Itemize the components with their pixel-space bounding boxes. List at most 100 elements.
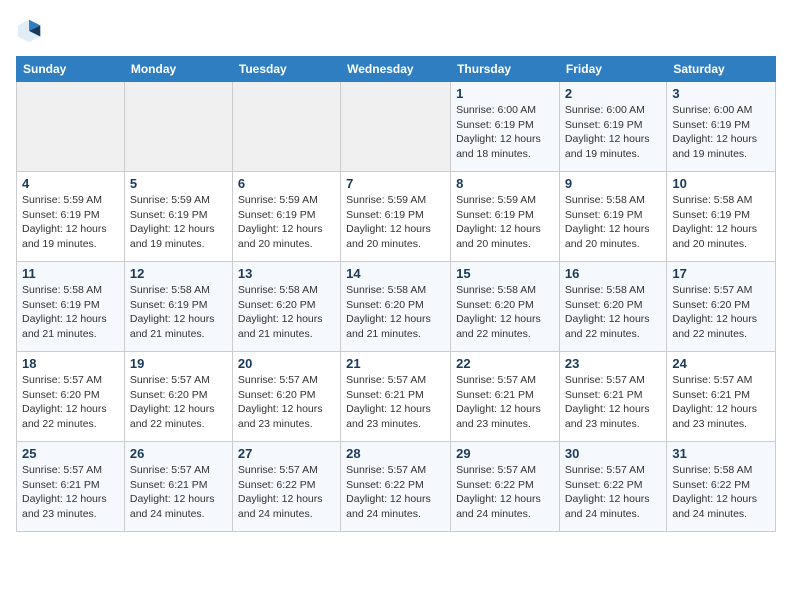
day-info: Sunrise: 5:59 AMSunset: 6:19 PMDaylight:… bbox=[22, 193, 119, 252]
calendar-day: 10Sunrise: 5:58 AMSunset: 6:19 PMDayligh… bbox=[667, 172, 776, 262]
day-info: Sunrise: 5:57 AMSunset: 6:20 PMDaylight:… bbox=[672, 283, 770, 342]
day-info: Sunrise: 5:59 AMSunset: 6:19 PMDaylight:… bbox=[456, 193, 554, 252]
day-info: Sunrise: 5:58 AMSunset: 6:20 PMDaylight:… bbox=[346, 283, 445, 342]
calendar-day: 19 Sunrise: 5:57 AMSunset: 6:20 PMDayligh… bbox=[124, 352, 232, 442]
weekday-header: Sunday bbox=[17, 57, 125, 82]
calendar-day: 20 Sunrise: 5:57 AMSunset: 6:20 PMDayligh… bbox=[232, 352, 340, 442]
day-number: 3 bbox=[672, 86, 770, 101]
day-number: 26 bbox=[130, 446, 227, 461]
weekday-header: Saturday bbox=[667, 57, 776, 82]
page-header bbox=[16, 16, 776, 44]
day-number: 15 bbox=[456, 266, 554, 281]
day-info: Sunrise: 5:58 AMSunset: 6:19 PMDaylight:… bbox=[672, 193, 770, 252]
weekday-header: Wednesday bbox=[341, 57, 451, 82]
logo-icon bbox=[16, 16, 44, 44]
day-number: 9 bbox=[565, 176, 661, 191]
day-number: 7 bbox=[346, 176, 445, 191]
day-number: 31 bbox=[672, 446, 770, 461]
weekday-row: SundayMondayTuesdayWednesdayThursdayFrid… bbox=[17, 57, 776, 82]
day-info: Sunrise: 6:00 AMSunset: 6:19 PMDaylight:… bbox=[672, 103, 770, 162]
calendar-day bbox=[341, 82, 451, 172]
day-info: Sunrise: 5:58 AMSunset: 6:19 PMDaylight:… bbox=[130, 283, 227, 342]
calendar-day: 3 Sunrise: 6:00 AMSunset: 6:19 PMDaylight… bbox=[667, 82, 776, 172]
weekday-header: Monday bbox=[124, 57, 232, 82]
weekday-header: Friday bbox=[559, 57, 666, 82]
calendar-week-row: 25 Sunrise: 5:57 AMSunset: 6:21 PMDayligh… bbox=[17, 442, 776, 532]
calendar-day: 23Sunrise: 5:57 AMSunset: 6:21 PMDayligh… bbox=[559, 352, 666, 442]
calendar-day: 16 Sunrise: 5:58 AMSunset: 6:20 PMDayligh… bbox=[559, 262, 666, 352]
logo bbox=[16, 16, 48, 44]
day-info: Sunrise: 5:57 AMSunset: 6:21 PMDaylight:… bbox=[672, 373, 770, 432]
day-number: 20 bbox=[238, 356, 335, 371]
calendar-day: 28 Sunrise: 5:57 AMSunset: 6:22 PMDayligh… bbox=[341, 442, 451, 532]
calendar-day: 4 Sunrise: 5:59 AMSunset: 6:19 PMDaylight… bbox=[17, 172, 125, 262]
day-number: 25 bbox=[22, 446, 119, 461]
calendar-day: 29Sunrise: 5:57 AMSunset: 6:22 PMDayligh… bbox=[451, 442, 560, 532]
day-info: Sunrise: 5:57 AMSunset: 6:20 PMDaylight:… bbox=[238, 373, 335, 432]
day-number: 13 bbox=[238, 266, 335, 281]
calendar-week-row: 18 Sunrise: 5:57 AMSunset: 6:20 PMDayligh… bbox=[17, 352, 776, 442]
day-info: Sunrise: 5:57 AMSunset: 6:20 PMDaylight:… bbox=[130, 373, 227, 432]
calendar-day: 14Sunrise: 5:58 AMSunset: 6:20 PMDayligh… bbox=[341, 262, 451, 352]
calendar-week-row: 11 Sunrise: 5:58 AMSunset: 6:19 PMDayligh… bbox=[17, 262, 776, 352]
calendar-day: 1 Sunrise: 6:00 AMSunset: 6:19 PMDaylight… bbox=[451, 82, 560, 172]
calendar-header: SundayMondayTuesdayWednesdayThursdayFrid… bbox=[17, 57, 776, 82]
calendar-day: 30 Sunrise: 5:57 AMSunset: 6:22 PMDayligh… bbox=[559, 442, 666, 532]
calendar-day bbox=[17, 82, 125, 172]
day-number: 4 bbox=[22, 176, 119, 191]
calendar-table: SundayMondayTuesdayWednesdayThursdayFrid… bbox=[16, 56, 776, 532]
calendar-day: 9Sunrise: 5:58 AMSunset: 6:19 PMDaylight… bbox=[559, 172, 666, 262]
day-info: Sunrise: 5:58 AMSunset: 6:20 PMDaylight:… bbox=[565, 283, 661, 342]
day-number: 18 bbox=[22, 356, 119, 371]
day-number: 28 bbox=[346, 446, 445, 461]
calendar-day: 25 Sunrise: 5:57 AMSunset: 6:21 PMDayligh… bbox=[17, 442, 125, 532]
calendar-day bbox=[124, 82, 232, 172]
calendar-day: 21Sunrise: 5:57 AMSunset: 6:21 PMDayligh… bbox=[341, 352, 451, 442]
day-info: Sunrise: 5:57 AMSunset: 6:21 PMDaylight:… bbox=[130, 463, 227, 522]
day-info: Sunrise: 5:57 AMSunset: 6:21 PMDaylight:… bbox=[565, 373, 661, 432]
day-number: 17 bbox=[672, 266, 770, 281]
calendar-day: 26 Sunrise: 5:57 AMSunset: 6:21 PMDayligh… bbox=[124, 442, 232, 532]
day-info: Sunrise: 5:58 AMSunset: 6:20 PMDaylight:… bbox=[238, 283, 335, 342]
calendar-day: 7 Sunrise: 5:59 AMSunset: 6:19 PMDaylight… bbox=[341, 172, 451, 262]
day-number: 1 bbox=[456, 86, 554, 101]
day-number: 22 bbox=[456, 356, 554, 371]
calendar-day bbox=[232, 82, 340, 172]
day-number: 27 bbox=[238, 446, 335, 461]
day-info: Sunrise: 5:57 AMSunset: 6:22 PMDaylight:… bbox=[456, 463, 554, 522]
day-info: Sunrise: 5:57 AMSunset: 6:22 PMDaylight:… bbox=[238, 463, 335, 522]
day-number: 11 bbox=[22, 266, 119, 281]
day-number: 12 bbox=[130, 266, 227, 281]
day-info: Sunrise: 5:57 AMSunset: 6:21 PMDaylight:… bbox=[456, 373, 554, 432]
calendar-day: 18 Sunrise: 5:57 AMSunset: 6:20 PMDayligh… bbox=[17, 352, 125, 442]
day-info: Sunrise: 5:59 AMSunset: 6:19 PMDaylight:… bbox=[130, 193, 227, 252]
day-info: Sunrise: 5:59 AMSunset: 6:19 PMDaylight:… bbox=[346, 193, 445, 252]
calendar-day: 15 Sunrise: 5:58 AMSunset: 6:20 PMDayligh… bbox=[451, 262, 560, 352]
day-info: Sunrise: 5:57 AMSunset: 6:22 PMDaylight:… bbox=[346, 463, 445, 522]
day-number: 2 bbox=[565, 86, 661, 101]
calendar-day: 24 Sunrise: 5:57 AMSunset: 6:21 PMDayligh… bbox=[667, 352, 776, 442]
day-number: 19 bbox=[130, 356, 227, 371]
day-number: 16 bbox=[565, 266, 661, 281]
calendar-day: 2 Sunrise: 6:00 AMSunset: 6:19 PMDaylight… bbox=[559, 82, 666, 172]
calendar-body: 1 Sunrise: 6:00 AMSunset: 6:19 PMDaylight… bbox=[17, 82, 776, 532]
day-number: 8 bbox=[456, 176, 554, 191]
weekday-header: Tuesday bbox=[232, 57, 340, 82]
calendar-week-row: 4 Sunrise: 5:59 AMSunset: 6:19 PMDaylight… bbox=[17, 172, 776, 262]
day-number: 30 bbox=[565, 446, 661, 461]
day-info: Sunrise: 5:57 AMSunset: 6:20 PMDaylight:… bbox=[22, 373, 119, 432]
calendar-day: 6Sunrise: 5:59 AMSunset: 6:19 PMDaylight… bbox=[232, 172, 340, 262]
day-info: Sunrise: 5:58 AMSunset: 6:22 PMDaylight:… bbox=[672, 463, 770, 522]
day-info: Sunrise: 5:59 AMSunset: 6:19 PMDaylight:… bbox=[238, 193, 335, 252]
calendar-day: 5Sunrise: 5:59 AMSunset: 6:19 PMDaylight… bbox=[124, 172, 232, 262]
calendar-day: 17 Sunrise: 5:57 AMSunset: 6:20 PMDayligh… bbox=[667, 262, 776, 352]
day-info: Sunrise: 6:00 AMSunset: 6:19 PMDaylight:… bbox=[456, 103, 554, 162]
day-info: Sunrise: 5:57 AMSunset: 6:22 PMDaylight:… bbox=[565, 463, 661, 522]
day-info: Sunrise: 6:00 AMSunset: 6:19 PMDaylight:… bbox=[565, 103, 661, 162]
day-info: Sunrise: 5:57 AMSunset: 6:21 PMDaylight:… bbox=[22, 463, 119, 522]
day-number: 24 bbox=[672, 356, 770, 371]
calendar-day: 8 Sunrise: 5:59 AMSunset: 6:19 PMDaylight… bbox=[451, 172, 560, 262]
calendar-day: 12 Sunrise: 5:58 AMSunset: 6:19 PMDayligh… bbox=[124, 262, 232, 352]
calendar-day: 13 Sunrise: 5:58 AMSunset: 6:20 PMDayligh… bbox=[232, 262, 340, 352]
day-info: Sunrise: 5:58 AMSunset: 6:20 PMDaylight:… bbox=[456, 283, 554, 342]
